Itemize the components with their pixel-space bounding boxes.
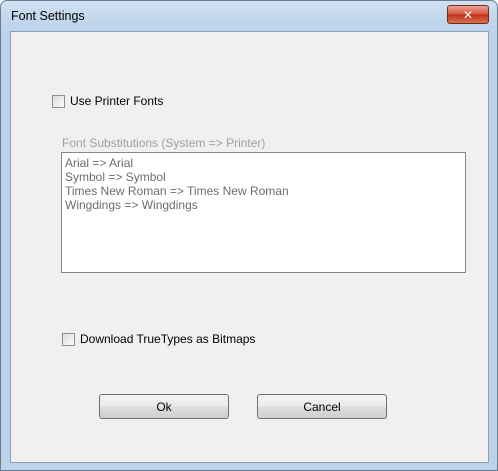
- font-substitutions-list[interactable]: Arial => Arial Symbol => Symbol Times Ne…: [61, 152, 466, 273]
- use-printer-fonts-label[interactable]: Use Printer Fonts: [70, 94, 163, 108]
- list-item[interactable]: Wingdings => Wingdings: [65, 198, 465, 212]
- list-item[interactable]: Arial => Arial: [65, 156, 465, 170]
- download-truetypes-checkbox[interactable]: [62, 332, 75, 346]
- window-title: Font Settings: [11, 9, 85, 23]
- ok-button[interactable]: Ok: [99, 394, 229, 419]
- download-truetypes-option[interactable]: Download TrueTypes as Bitmaps: [62, 332, 255, 346]
- title-bar[interactable]: Font Settings ✕: [1, 1, 497, 31]
- use-printer-fonts-checkbox[interactable]: [52, 94, 65, 108]
- cancel-button[interactable]: Cancel: [257, 394, 387, 419]
- use-printer-fonts-option[interactable]: Use Printer Fonts: [52, 94, 163, 108]
- download-truetypes-label[interactable]: Download TrueTypes as Bitmaps: [80, 332, 255, 346]
- list-item[interactable]: Times New Roman => Times New Roman: [65, 184, 465, 198]
- close-icon: ✕: [462, 7, 474, 22]
- list-item[interactable]: Symbol => Symbol: [65, 170, 465, 184]
- close-button[interactable]: ✕: [447, 5, 489, 24]
- font-substitutions-label: Font Substitutions (System => Printer): [62, 136, 266, 150]
- dialog-content: Use Printer Fonts Font Substitutions (Sy…: [10, 31, 489, 463]
- font-settings-dialog: Font Settings ✕ Use Printer Fonts Font S…: [0, 0, 498, 471]
